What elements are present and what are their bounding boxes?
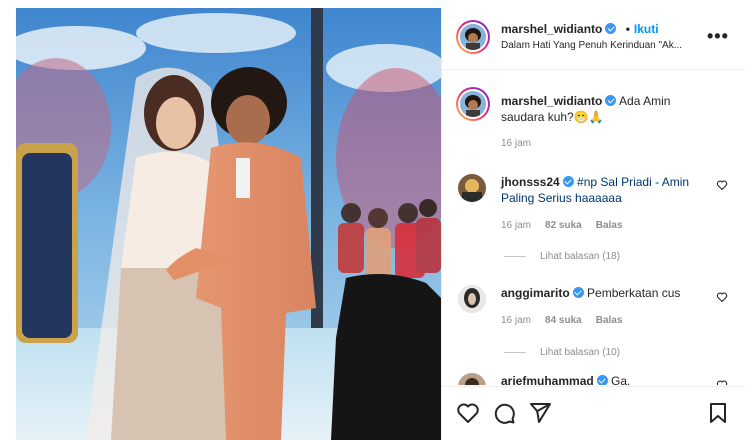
avatar-image: [458, 285, 486, 313]
post-header: marshel_widianto • Ikuti Dalam Hati Yang …: [442, 8, 745, 70]
share-icon[interactable]: [528, 401, 552, 425]
comment-avatar[interactable]: [458, 373, 486, 385]
bookmark-icon[interactable]: [706, 401, 730, 425]
heart-icon[interactable]: [716, 379, 728, 385]
author-avatar[interactable]: [460, 24, 486, 50]
follow-button[interactable]: Ikuti: [634, 22, 659, 36]
avatar-image: [458, 373, 486, 385]
left-margin: [0, 0, 16, 440]
comment-likes[interactable]: 82 suka: [545, 220, 582, 231]
author-username[interactable]: marshel_widianto: [501, 22, 602, 36]
comment-username[interactable]: anggimarito: [501, 286, 570, 300]
caption-meta: 16 jam: [501, 138, 545, 149]
verified-icon: [596, 375, 608, 385]
comment-text-block: jhonsss24 #np Sal Priadi - Amin Paling S…: [501, 174, 706, 206]
comment-username[interactable]: jhonsss24: [501, 175, 560, 189]
reply-button[interactable]: Balas: [596, 220, 623, 231]
comment-text: Ga.: [611, 374, 631, 385]
comment-meta: 16 jam 84 suka Balas: [501, 315, 636, 326]
comment-text-block: anggimarito Pemberkatan cus: [501, 285, 706, 301]
comment-text-block: ariefmuhammad Ga.: [501, 373, 706, 385]
caption-text-block: marshel_widianto Ada Amin saudara kuh?😁🙏: [501, 93, 681, 125]
more-options-icon[interactable]: •••: [707, 26, 729, 47]
heart-icon[interactable]: [716, 291, 728, 303]
caption-time[interactable]: 16 jam: [501, 138, 531, 149]
comment-likes[interactable]: 84 suka: [545, 315, 582, 326]
caption-avatar[interactable]: [460, 91, 486, 117]
post-photo[interactable]: [16, 8, 441, 440]
post-side-panel: marshel_widianto • Ikuti Dalam Hati Yang …: [441, 8, 745, 440]
comment-text: Pemberkatan cus: [587, 286, 681, 300]
verified-icon: [562, 176, 574, 187]
verified-icon: [605, 95, 617, 106]
comment-username[interactable]: ariefmuhammad: [501, 374, 594, 385]
heart-icon[interactable]: [456, 401, 480, 425]
post-actions-bar: [442, 386, 745, 440]
comment-meta: 16 jam 82 suka Balas: [501, 220, 636, 231]
avatar-image: [458, 174, 486, 202]
heart-icon[interactable]: [716, 179, 728, 191]
comment-icon[interactable]: [492, 401, 516, 425]
verified-icon: [605, 23, 617, 34]
comments-list[interactable]: marshel_widianto Ada Amin saudara kuh?😁🙏…: [442, 71, 745, 385]
audio-label[interactable]: Dalam Hati Yang Penuh Kerinduan "Ak...: [501, 40, 682, 51]
separator-dot: •: [625, 22, 630, 36]
comment-avatar[interactable]: [458, 285, 486, 313]
view-replies-button[interactable]: Lihat balasan (18): [504, 251, 620, 262]
reply-button[interactable]: Balas: [596, 315, 623, 326]
instagram-post-window: marshel_widianto • Ikuti Dalam Hati Yang …: [0, 0, 745, 440]
verified-icon: [572, 287, 584, 298]
avatar-image: [460, 24, 486, 50]
comment-avatar[interactable]: [458, 174, 486, 202]
avatar-image: [460, 91, 486, 117]
view-replies-button[interactable]: Lihat balasan (10): [504, 347, 620, 358]
comment-time[interactable]: 16 jam: [501, 220, 531, 231]
comment-time[interactable]: 16 jam: [501, 315, 531, 326]
caption-username[interactable]: marshel_widianto: [501, 94, 602, 108]
post-image: [16, 8, 441, 440]
